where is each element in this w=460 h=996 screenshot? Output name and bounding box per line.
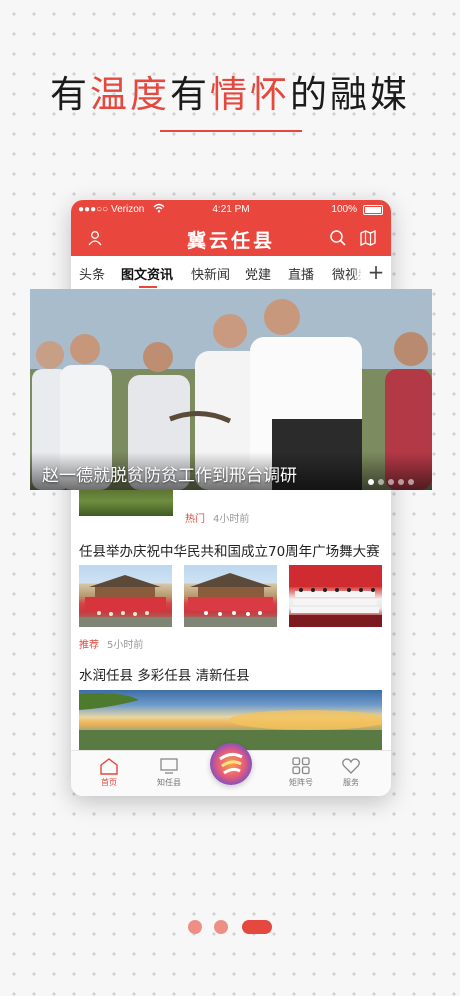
feed-image-landscape[interactable]: [79, 690, 382, 750]
hero-banner[interactable]: 赵一德就脱贫防贫工作到邢台调研: [30, 289, 432, 490]
home-icon: [100, 758, 118, 775]
headline-divider: [160, 130, 302, 132]
headline: 有温度有情怀的融媒: [0, 64, 460, 118]
recommend-tag: 推荐: [79, 640, 99, 651]
feed-item-title[interactable]: 任县举办庆祝中华民共和国成立70周年广场舞大赛: [79, 540, 380, 560]
hero-dot[interactable]: [368, 479, 374, 485]
feed-image-dance-2[interactable]: [184, 565, 277, 627]
tab-party[interactable]: 党建: [245, 264, 271, 283]
hero-title[interactable]: 赵一德就脱贫防贫工作到邢台调研: [42, 461, 297, 486]
search-icon[interactable]: [329, 229, 347, 247]
battery-icon: [363, 205, 383, 215]
feed-meta: 热门 4小时前: [185, 510, 249, 525]
hero-dot[interactable]: [398, 479, 404, 485]
nav-service[interactable]: 服务: [325, 755, 377, 788]
nav-home[interactable]: 首页: [83, 755, 135, 788]
add-channel-icon[interactable]: +: [361, 256, 391, 289]
feed-image-dance-1[interactable]: [79, 565, 172, 627]
nav-matrix[interactable]: 矩阵号: [275, 755, 327, 788]
hero-dot[interactable]: [378, 479, 384, 485]
app-logo-icon[interactable]: [210, 743, 252, 785]
hero-dot[interactable]: [388, 479, 394, 485]
tab-photo-news[interactable]: 图文资讯: [121, 264, 173, 283]
feed-thumbnail[interactable]: [79, 486, 173, 516]
nav-matrix-label: 矩阵号: [289, 778, 313, 787]
headline-part4: 情怀: [210, 73, 290, 116]
nav-home-label: 首页: [101, 778, 117, 787]
headline-part2: 温度: [90, 73, 170, 116]
feed-time-2: 5小时前: [107, 640, 144, 651]
app-bar: 冀云任县: [71, 220, 391, 256]
tab-live[interactable]: 直播: [288, 264, 314, 283]
channel-tabs: 头条 图文资讯 快新闻 党建 直播 微视频 +: [71, 256, 391, 290]
heart-icon: [342, 758, 360, 774]
active-tab-indicator: [139, 286, 157, 288]
page-dot-1[interactable]: [188, 920, 202, 934]
hero-pagination: [364, 470, 414, 489]
hot-tag: 热门: [185, 514, 205, 525]
nav-know-renxian[interactable]: 知任县: [143, 755, 195, 788]
feed-image-choir[interactable]: [289, 565, 382, 627]
feed-time: 4小时前: [213, 514, 250, 525]
tab-headlines[interactable]: 头条: [79, 264, 105, 283]
headline-part5: 的融媒: [290, 73, 410, 116]
map-icon[interactable]: [359, 229, 377, 247]
nav-service-label: 服务: [343, 778, 359, 787]
tab-quick-news[interactable]: 快新闻: [191, 264, 230, 283]
page-dot-3-active[interactable]: [242, 920, 272, 934]
status-bar: ●●●○○ Verizon 4:21 PM 100%: [71, 200, 391, 220]
nav-know-renxian-label: 知任县: [157, 778, 181, 787]
feed-meta-2: 推荐 5小时前: [79, 636, 143, 651]
monitor-icon: [160, 758, 178, 774]
headline-part3: 有: [170, 73, 210, 116]
feed-item-title-3[interactable]: 水润任县 多彩任县 清新任县: [79, 664, 250, 684]
grid-icon: [292, 757, 310, 775]
bottom-nav: 首页 知任县 矩阵号 服务: [71, 743, 391, 796]
page-dot-2[interactable]: [214, 920, 228, 934]
headline-part1: 有: [50, 73, 90, 116]
battery-percent: 100%: [331, 204, 357, 215]
hero-dot[interactable]: [408, 479, 414, 485]
